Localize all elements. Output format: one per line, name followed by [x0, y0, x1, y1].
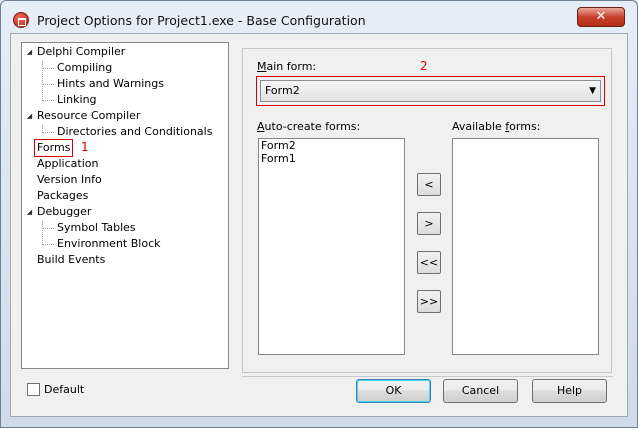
forms-options-panel: Main form: 2 Form2 ▼ Auto-create forms: … [242, 48, 612, 373]
available-label-rest: orms: [509, 120, 541, 133]
tree-connector [42, 132, 54, 133]
tree-connector [42, 61, 43, 101]
available-label-pre: Available [452, 120, 506, 133]
expand-toggle-icon[interactable]: ◢ [25, 48, 34, 57]
auto-create-label-text: uto-create forms: [264, 120, 361, 133]
tree-item-build-events[interactable]: Build Events [35, 252, 107, 268]
tree-item-hints-and-warnings[interactable]: Hints and Warnings [55, 76, 166, 92]
main-form-highlight: Form2 ▼ [256, 76, 605, 106]
tree-connector [42, 84, 54, 85]
expand-toggle-icon[interactable]: ◢ [25, 208, 34, 217]
tree-item-compiling[interactable]: Compiling [55, 60, 114, 76]
button-separator [242, 376, 613, 377]
main-form-value: Form2 [265, 84, 300, 97]
tree-item-packages[interactable]: Packages [35, 188, 90, 204]
list-item[interactable]: Form1 [259, 152, 404, 165]
app-icon [13, 12, 29, 28]
move-all-left-button[interactable]: << [417, 251, 441, 274]
main-form-select[interactable]: Form2 ▼ [260, 80, 601, 102]
main-form-label-accel: M [257, 60, 267, 73]
auto-create-forms-label: Auto-create forms: [257, 120, 360, 133]
move-left-button[interactable]: < [417, 173, 441, 196]
tree-item-linking[interactable]: Linking [55, 92, 99, 108]
default-checkbox-label: Default [44, 383, 85, 396]
options-tree: ◢ Delphi Compiler Compiling Hints and Wa… [21, 42, 229, 369]
tree-connector [42, 100, 54, 101]
tree-connector [42, 221, 43, 245]
tree-item-delphi-compiler[interactable]: Delphi Compiler [35, 44, 127, 60]
tree-connector [42, 228, 54, 229]
cancel-button[interactable]: Cancel [443, 379, 518, 403]
list-item[interactable]: Form2 [259, 139, 404, 152]
ok-button[interactable]: OK [356, 379, 431, 403]
dialog-client-area: ◢ Delphi Compiler Compiling Hints and Wa… [10, 33, 628, 417]
available-forms-list[interactable] [452, 138, 599, 355]
tree-item-environment-block[interactable]: Environment Block [55, 236, 163, 252]
annotation-marker-1: 1 [81, 140, 89, 154]
tree-item-debugger[interactable]: Debugger [35, 204, 93, 220]
auto-create-label-accel: A [257, 120, 265, 133]
help-button[interactable]: Help [532, 379, 607, 403]
move-right-button[interactable]: > [417, 212, 441, 235]
tree-item-directories-and-conditionals[interactable]: Directories and Conditionals [55, 124, 214, 140]
tree-item-symbol-tables[interactable]: Symbol Tables [55, 220, 138, 236]
default-checkbox[interactable] [27, 383, 40, 396]
available-forms-label: Available forms: [452, 120, 540, 133]
tree-connector [42, 244, 54, 245]
window-title: Project Options for Project1.exe - Base … [37, 13, 366, 28]
move-all-right-button[interactable]: >> [417, 290, 441, 313]
dropdown-arrow-icon[interactable]: ▼ [589, 81, 596, 101]
close-button[interactable]: ✕ [577, 7, 625, 27]
main-form-label-text: ain form: [266, 60, 317, 73]
auto-create-forms-list[interactable]: Form2 Form1 [258, 138, 405, 355]
tree-item-resource-compiler[interactable]: Resource Compiler [35, 108, 142, 124]
tree-item-forms[interactable]: Forms [33, 139, 74, 157]
expand-toggle-icon[interactable]: ◢ [25, 112, 34, 121]
tree-item-application[interactable]: Application [35, 156, 100, 172]
annotation-marker-2: 2 [420, 59, 428, 73]
main-form-label: Main form: [257, 60, 316, 73]
tree-item-version-info[interactable]: Version Info [35, 172, 104, 188]
project-options-window: Project Options for Project1.exe - Base … [0, 0, 638, 428]
tree-connector [42, 68, 54, 69]
